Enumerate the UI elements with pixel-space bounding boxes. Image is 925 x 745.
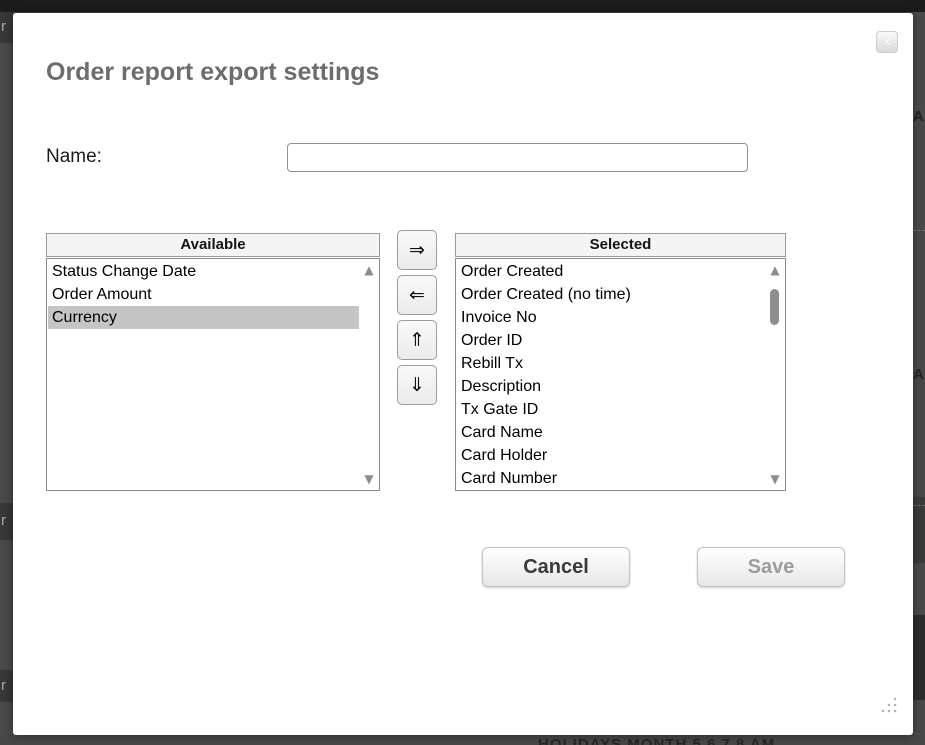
move-left-button[interactable]: ⇐ [397, 275, 437, 315]
list-item[interactable]: Invoice No [457, 306, 765, 329]
available-list-header: Available [46, 233, 380, 257]
selected-list-header: Selected [455, 233, 786, 257]
arrow-down-icon: ⇓ [409, 376, 425, 395]
background-text-fragment: AN [913, 366, 925, 383]
list-item[interactable]: Description [457, 375, 765, 398]
background-button-fragment: r [0, 12, 13, 43]
close-icon: ✕ [882, 36, 892, 48]
background-top-bar [0, 0, 925, 12]
selected-scrollbar[interactable]: ▲ ▼ [765, 259, 785, 490]
background-text-fragment: HOLIDAYS MONTH 5 6 7 8 AM [538, 736, 775, 745]
scroll-down-icon[interactable]: ▼ [765, 472, 785, 486]
list-item[interactable]: Currency [48, 306, 359, 329]
available-scrollbar[interactable]: ▲ ▼ [359, 259, 379, 490]
background-divider [913, 230, 925, 231]
move-right-button[interactable]: ⇒ [397, 230, 437, 270]
background-divider [913, 505, 925, 506]
scroll-down-icon[interactable]: ▼ [359, 472, 379, 486]
background-block [913, 497, 925, 563]
scroll-up-icon[interactable]: ▲ [359, 263, 379, 277]
available-list-items: Status Change DateOrder AmountCurrency [48, 260, 359, 489]
list-item[interactable]: Card Number [457, 467, 765, 489]
selected-list[interactable]: Order CreatedOrder Created (no time)Invo… [455, 258, 786, 491]
list-item[interactable]: Order Amount [48, 283, 359, 306]
close-button[interactable]: ✕ [876, 31, 898, 53]
name-input[interactable] [287, 143, 748, 172]
list-item[interactable]: Card Name [457, 421, 765, 444]
cancel-button[interactable]: Cancel [482, 547, 630, 587]
move-up-button[interactable]: ⇑ [397, 320, 437, 360]
arrow-up-icon: ⇑ [409, 331, 425, 350]
move-down-button[interactable]: ⇓ [397, 365, 437, 405]
list-item[interactable]: Rebill Tx [457, 352, 765, 375]
background-button-fragment: r [0, 670, 13, 702]
selected-list-items: Order CreatedOrder Created (no time)Invo… [457, 260, 765, 489]
background-clipped-text: HOLIDAYS MONTH 5 6 7 8 AM [538, 735, 868, 745]
page: r r r AN AN HOLIDAYS MONTH 5 6 7 8 AM ✕ … [0, 0, 925, 745]
scroll-up-icon[interactable]: ▲ [765, 263, 785, 277]
save-button[interactable]: Save [697, 547, 845, 587]
resize-grip-icon[interactable] [879, 695, 897, 713]
name-label: Name: [46, 146, 102, 168]
list-item[interactable]: Tx Gate ID [457, 398, 765, 421]
arrow-left-icon: ⇐ [409, 286, 425, 305]
export-settings-dialog: ✕ Order report export settings Name: Ava… [13, 13, 913, 735]
background-block [913, 615, 925, 700]
list-item[interactable]: Order Created [457, 260, 765, 283]
list-item[interactable]: Card Holder [457, 444, 765, 467]
dialog-title: Order report export settings [46, 58, 379, 87]
list-item[interactable]: Order Created (no time) [457, 283, 765, 306]
arrow-right-icon: ⇒ [409, 241, 425, 260]
list-item[interactable]: Order ID [457, 329, 765, 352]
scrollbar-thumb[interactable] [770, 289, 779, 325]
background-button-fragment: r [0, 503, 13, 540]
available-list[interactable]: Status Change DateOrder AmountCurrency ▲… [46, 258, 380, 491]
list-item[interactable]: Status Change Date [48, 260, 359, 283]
background-text-fragment: AN [913, 108, 925, 125]
